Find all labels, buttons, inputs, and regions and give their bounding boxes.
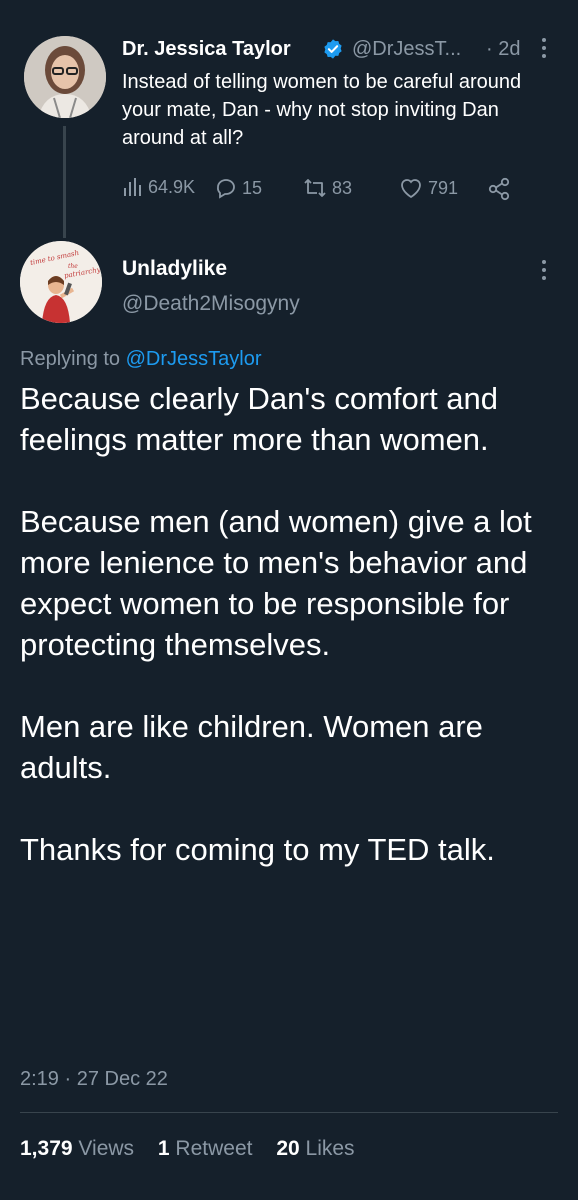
author-avatar[interactable] bbox=[24, 36, 106, 118]
like-button[interactable]: 791 bbox=[398, 176, 458, 200]
retweet-count: 83 bbox=[332, 177, 353, 198]
heart-icon bbox=[401, 179, 421, 199]
reply-icon bbox=[217, 179, 235, 199]
reply-author-avatar[interactable]: time to smash the patriarchy bbox=[20, 241, 102, 323]
share-icon bbox=[488, 177, 510, 201]
share-button[interactable] bbox=[486, 176, 516, 202]
author-name[interactable]: Dr. Jessica Taylor bbox=[122, 38, 291, 61]
verified-badge-icon bbox=[324, 39, 342, 59]
reply-author-handle[interactable]: @Death2Misogyny bbox=[122, 292, 300, 316]
likes-count[interactable]: 20 bbox=[276, 1137, 299, 1160]
divider bbox=[20, 1112, 558, 1113]
views-count: 64.9K bbox=[148, 176, 196, 197]
tweet-paragraph: Because men (and women) give a lot more … bbox=[20, 504, 532, 662]
tweet-paragraph: Because clearly Dan's comfort and feelin… bbox=[20, 381, 499, 457]
retweets-count[interactable]: 1 bbox=[158, 1137, 170, 1160]
tweet-actions: 64.9K 15 83 791 bbox=[122, 176, 532, 206]
reply-tweet-body: Because clearly Dan's comfort and feelin… bbox=[20, 378, 565, 911]
reply-author-name[interactable]: Unladylike bbox=[122, 257, 227, 281]
views-count: 1,379 bbox=[20, 1137, 73, 1160]
retweet-button[interactable]: 83 bbox=[302, 176, 352, 200]
tweet-text: Instead of telling women to be careful a… bbox=[122, 71, 522, 149]
tweet-paragraph: Men are like children. Women are adults. bbox=[20, 709, 483, 785]
tweet-stats: 1,379 Views 1 Retweet 20 Likes bbox=[20, 1137, 373, 1161]
retweet-icon bbox=[304, 179, 326, 197]
reply-button[interactable]: 15 bbox=[214, 176, 262, 200]
tweet-paragraph: Thanks for coming to my TED talk. bbox=[20, 832, 495, 867]
thread-connector bbox=[63, 126, 66, 238]
replying-to-label: Replying to bbox=[20, 348, 126, 370]
analytics-icon bbox=[124, 178, 141, 196]
views-label: Views bbox=[78, 1137, 135, 1160]
replying-to: Replying to @DrJessTaylor bbox=[20, 348, 262, 371]
likes-label[interactable]: Likes bbox=[306, 1137, 355, 1160]
author-handle[interactable]: @DrJessT... bbox=[352, 38, 461, 61]
tweet-timestamp[interactable]: 2:19 · 27 Dec 22 bbox=[20, 1068, 168, 1091]
retweets-label[interactable]: Retweet bbox=[175, 1137, 252, 1160]
like-count: 791 bbox=[428, 177, 459, 198]
replying-to-handle-link[interactable]: @DrJessTaylor bbox=[126, 348, 262, 370]
views-button[interactable]: 64.9K bbox=[122, 176, 195, 198]
more-options-icon[interactable] bbox=[536, 256, 552, 284]
tweet-time[interactable]: · 2d bbox=[486, 38, 520, 61]
more-options-icon[interactable] bbox=[536, 34, 552, 62]
reply-count: 15 bbox=[242, 177, 263, 198]
